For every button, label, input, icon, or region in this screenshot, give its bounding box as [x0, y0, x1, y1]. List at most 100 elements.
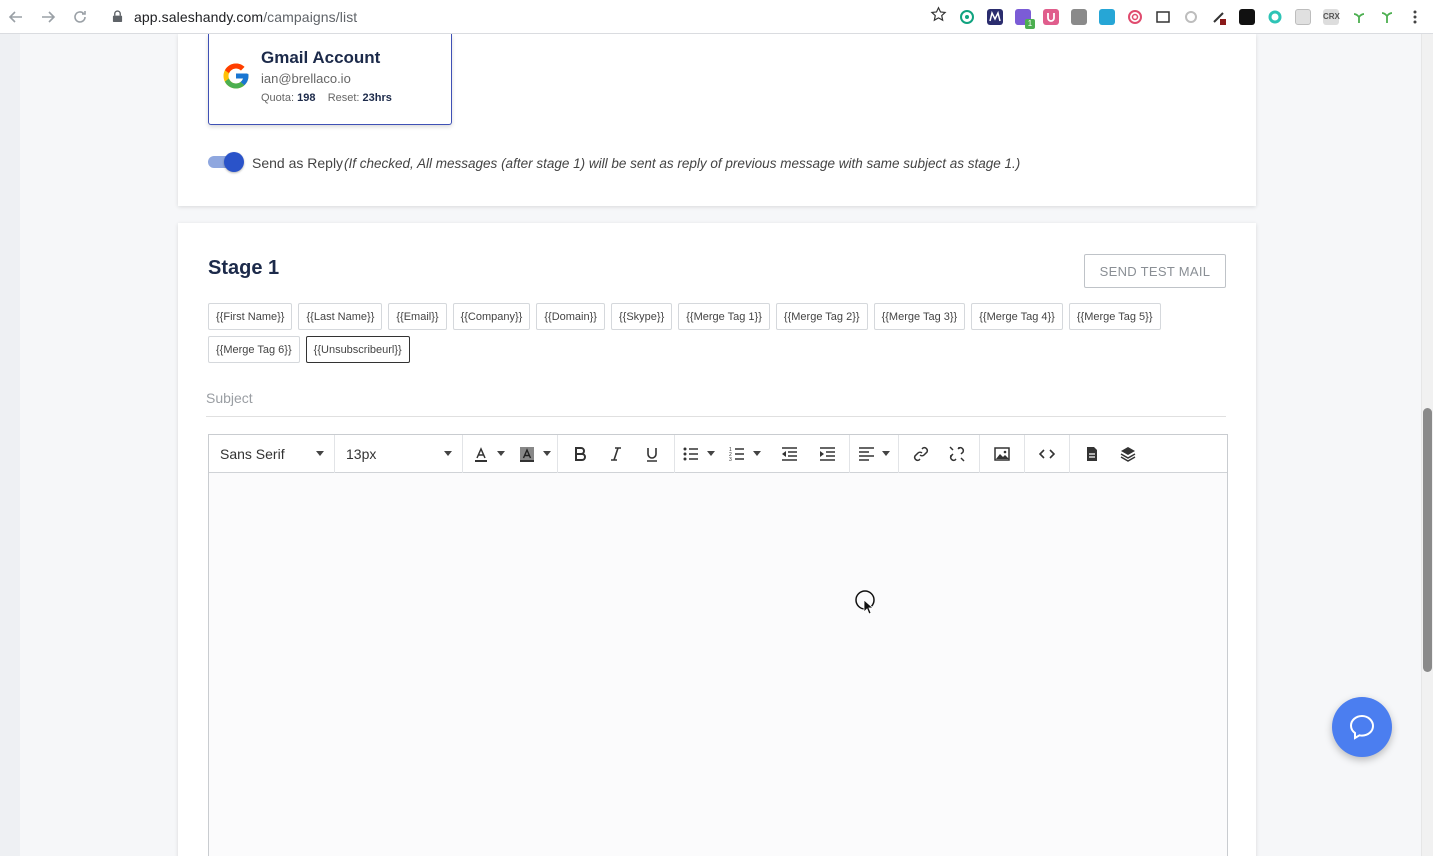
arrow-left-icon — [8, 10, 22, 23]
mouse-cursor-icon — [855, 590, 875, 615]
layers-icon — [1120, 446, 1136, 462]
back-button[interactable] — [0, 0, 32, 34]
toggle-knob — [224, 152, 244, 172]
merge-tag[interactable]: {{First Name}} — [208, 303, 293, 330]
background-color-button[interactable] — [519, 440, 551, 468]
underline-icon — [647, 447, 657, 462]
subject-input[interactable]: Subject — [206, 385, 1226, 417]
scrollbar-thumb[interactable] — [1423, 408, 1432, 672]
background-color-icon — [520, 446, 534, 462]
merge-tag[interactable]: {{Merge Tag 6}} — [208, 336, 300, 363]
address-bar[interactable]: app.saleshandy.com/campaigns/list — [134, 9, 357, 25]
box-icon[interactable] — [1071, 9, 1087, 25]
stage-title: Stage 1 — [208, 257, 280, 279]
outdent-icon — [782, 446, 797, 461]
ring-icon[interactable] — [1267, 9, 1283, 25]
editor-body[interactable] — [209, 473, 1227, 856]
layers-icon[interactable] — [1239, 9, 1255, 25]
merge-tag[interactable]: {{Merge Tag 3}} — [873, 303, 966, 330]
merge-tag[interactable]: {{Merge Tag 1}} — [678, 303, 770, 330]
kebab-menu-icon[interactable] — [1407, 9, 1423, 25]
forward-button[interactable] — [32, 0, 64, 34]
crx-icon[interactable]: CRX — [1323, 9, 1340, 25]
merge-tag[interactable]: {{Merge Tag 2}} — [775, 303, 868, 330]
color-group — [463, 434, 558, 473]
merge-tag[interactable]: {{Company}} — [452, 303, 531, 330]
send-as-reply-toggle[interactable] — [208, 152, 244, 172]
gmail-account-card[interactable]: Gmail Account ian@brellaco.io Quota: 198… — [208, 34, 452, 125]
bold-icon — [575, 446, 586, 461]
italic-button[interactable] — [602, 440, 630, 468]
font-family-value: Sans Serif — [220, 445, 285, 462]
merge-tag[interactable]: {{Merge Tag 5}} — [1068, 303, 1161, 330]
italic-icon — [611, 446, 621, 461]
reload-icon — [74, 10, 86, 23]
bullet-list-button[interactable] — [683, 440, 715, 468]
link-icon — [913, 446, 929, 461]
capture-icon[interactable] — [1155, 9, 1171, 25]
bold-button[interactable] — [566, 440, 594, 468]
list-group: 123 — [675, 434, 850, 473]
send-test-mail-button[interactable]: SEND TEST MAIL — [1084, 254, 1226, 288]
arrow-right-icon — [42, 10, 56, 23]
sprout2-icon[interactable] — [1379, 9, 1395, 25]
chevron-down-icon — [882, 451, 890, 456]
page-scrollbar[interactable] — [1421, 34, 1433, 856]
indent-button[interactable] — [813, 440, 841, 468]
chevron-down-icon — [497, 451, 505, 456]
openai-icon[interactable] — [959, 9, 975, 25]
code-icon — [1039, 448, 1055, 459]
code-view-button[interactable] — [1033, 440, 1061, 468]
unlink-icon — [949, 445, 965, 462]
merge-tag-active[interactable]: {{Unsubscribeurl}} — [305, 336, 410, 363]
remove-link-button[interactable] — [943, 440, 971, 468]
text-color-button[interactable] — [473, 440, 505, 468]
pen-icon[interactable] — [1211, 9, 1227, 25]
align-button[interactable] — [858, 440, 890, 468]
toggle-icon[interactable] — [1183, 9, 1199, 25]
document-icon — [1087, 446, 1097, 461]
puzzle-icon[interactable]: 1 — [1015, 9, 1035, 29]
merge-tag[interactable]: {{Merge Tag 4}} — [971, 303, 1063, 330]
chevron-down-icon — [707, 451, 715, 456]
numbered-list-button[interactable]: 123 — [729, 440, 761, 468]
font-size-select[interactable]: 13px — [335, 434, 463, 473]
image-group — [980, 434, 1025, 473]
left-rail — [0, 34, 20, 856]
chat-bubble-icon — [1349, 714, 1375, 740]
align-left-icon — [859, 446, 874, 461]
outdent-button[interactable] — [775, 440, 803, 468]
account-email: ian@brellaco.io — [261, 71, 351, 86]
chevron-down-icon — [753, 451, 761, 456]
lock-icon[interactable] — [112, 0, 126, 34]
sprout-icon[interactable] — [1351, 9, 1367, 25]
u-icon[interactable] — [1043, 9, 1059, 25]
numbered-list-icon: 123 — [729, 447, 744, 462]
font-family-select[interactable]: Sans Serif — [209, 434, 335, 473]
grid-icon[interactable] — [1295, 9, 1311, 25]
cube-icon[interactable] — [1099, 9, 1115, 25]
template-button[interactable] — [1078, 440, 1106, 468]
chat-support-button[interactable] — [1332, 697, 1392, 757]
bookmark-star-icon[interactable] — [930, 6, 947, 28]
link-group — [899, 434, 980, 473]
indent-icon — [820, 446, 835, 461]
reload-button[interactable] — [64, 0, 96, 34]
chevron-down-icon — [316, 451, 324, 456]
extensions-bar: 1 CRX — [930, 0, 1423, 34]
insert-image-button[interactable] — [988, 440, 1016, 468]
insert-link-button[interactable] — [907, 440, 935, 468]
send-as-reply-note: (If checked, All messages (after stage 1… — [344, 156, 1021, 171]
m-icon[interactable] — [987, 9, 1003, 25]
merge-tag[interactable]: {{Last Name}} — [298, 303, 383, 330]
account-title: Gmail Account — [261, 48, 381, 67]
template-group — [1070, 435, 1150, 473]
spiral-icon[interactable] — [1127, 9, 1143, 25]
merge-tag[interactable]: {{Email}} — [388, 303, 447, 330]
merge-tag[interactable]: {{Skype}} — [610, 303, 673, 330]
merge-tag[interactable]: {{Domain}} — [536, 303, 605, 330]
snippets-button[interactable] — [1114, 440, 1142, 468]
stage-card: Stage 1 SEND TEST MAIL {{First Name}} {{… — [178, 223, 1256, 856]
underline-button[interactable] — [638, 440, 666, 468]
align-group — [850, 434, 899, 473]
